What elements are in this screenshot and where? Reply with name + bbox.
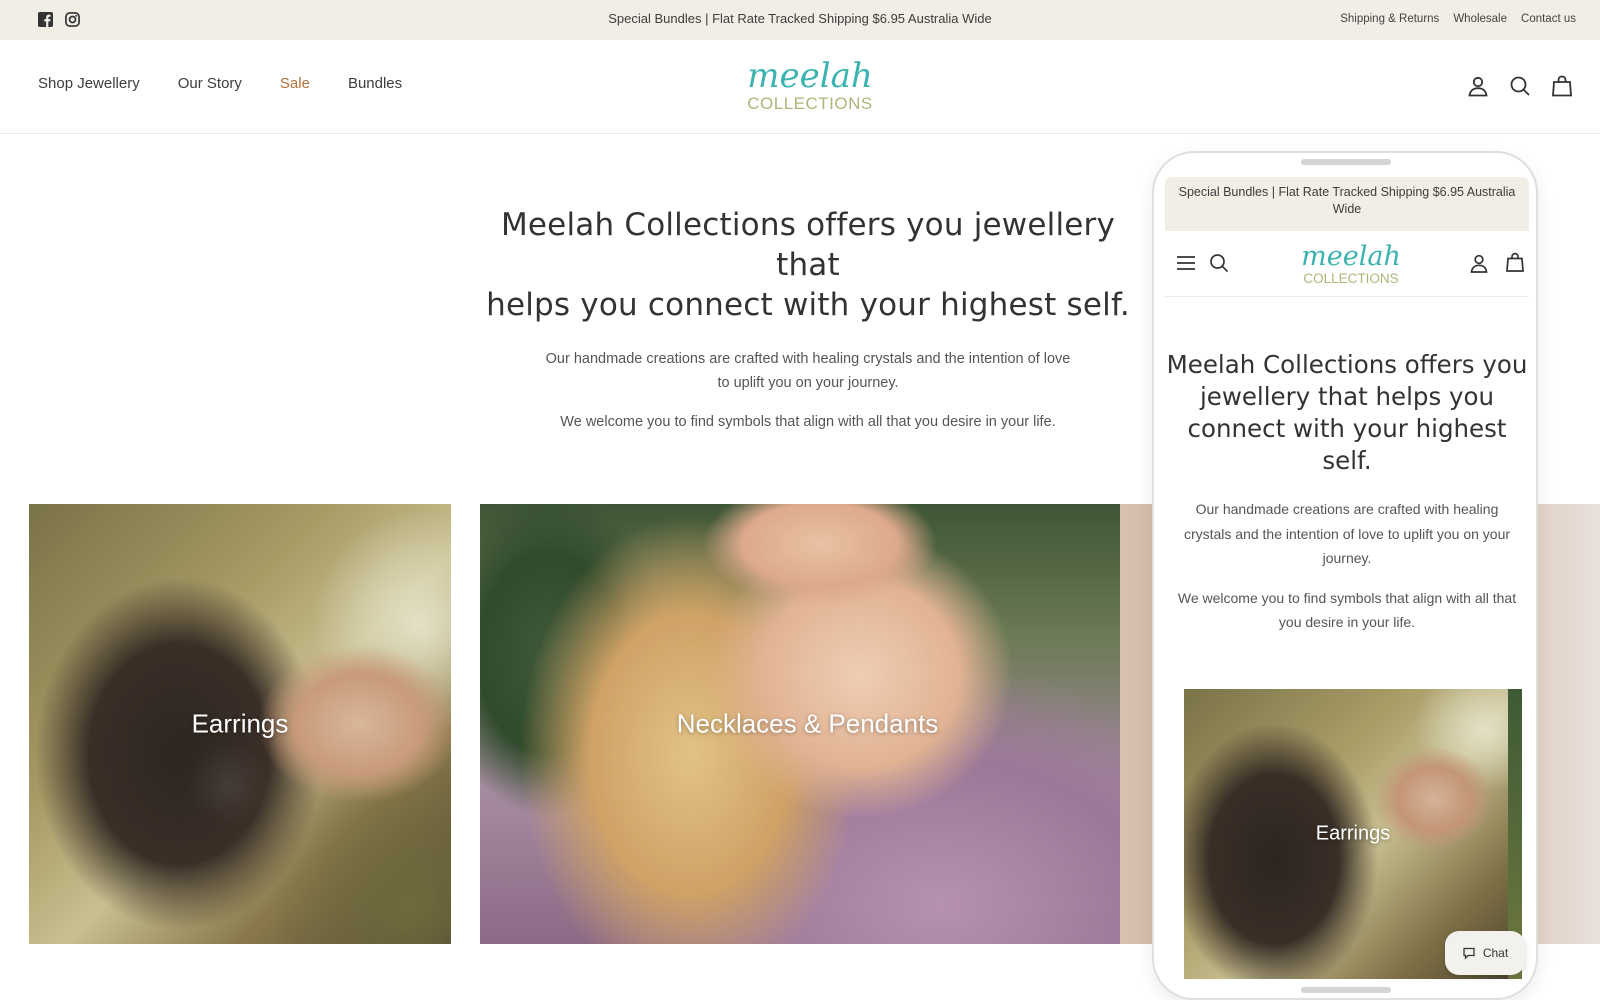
chat-button[interactable]: Chat xyxy=(1445,931,1525,975)
chat-icon xyxy=(1463,947,1475,960)
mobile-hero-heading: Meelah Collections offers you jewellery … xyxy=(1166,350,1528,475)
logo-script: meelah xyxy=(747,56,873,96)
menu-icon[interactable] xyxy=(1175,252,1197,274)
announcement-bar: Special Bundles | Flat Rate Tracked Ship… xyxy=(0,0,1600,40)
search-icon[interactable] xyxy=(1508,74,1532,98)
nav-bundles[interactable]: Bundles xyxy=(348,75,402,92)
mobile-logo[interactable]: meelah COLLECTIONS xyxy=(1299,240,1403,290)
collection-label-earrings: Earrings xyxy=(191,708,289,739)
nav-sale[interactable]: Sale xyxy=(280,75,310,92)
account-icon[interactable] xyxy=(1466,74,1490,98)
mobile-account-icon[interactable] xyxy=(1468,252,1490,274)
mobile-preview-frame: Special Bundles | Flat Rate Tracked Ship… xyxy=(1152,151,1538,1000)
phone-home-indicator xyxy=(1301,987,1391,993)
wholesale-link[interactable]: Wholesale xyxy=(1453,13,1507,25)
mobile-hero-paragraph-2: We welcome you to find symbols that alig… xyxy=(1177,589,1517,631)
site-header: Shop Jewellery Our Story Sale Bundles me… xyxy=(0,40,1600,134)
mobile-collection-label: Earrings xyxy=(1315,822,1391,845)
chat-label: Chat xyxy=(1482,946,1509,960)
mobile-logo-subtitle: COLLECTIONS xyxy=(1303,271,1398,286)
main-nav: Shop Jewellery Our Story Sale Bundles xyxy=(38,75,402,92)
header-icons xyxy=(1466,74,1574,98)
collection-label-necklaces: Necklaces & Pendants xyxy=(676,708,939,739)
collection-tile-necklaces[interactable]: Necklaces & Pendants xyxy=(480,504,1135,944)
utility-links: Shipping & Returns Wholesale Contact us xyxy=(1340,13,1576,25)
logo-subtitle: COLLECTIONS xyxy=(747,94,872,113)
cart-icon[interactable] xyxy=(1550,74,1574,98)
mobile-hero: Meelah Collections offers you jewellery … xyxy=(1165,349,1529,635)
hero-paragraph-2: We welcome you to find symbols that alig… xyxy=(560,414,1056,430)
mobile-hero-paragraph-1: Our handmade creations are crafted with … xyxy=(1183,501,1511,566)
mobile-logo-script: meelah xyxy=(1301,241,1401,272)
hero-paragraph-1: Our handmade creations are crafted with … xyxy=(545,351,1071,391)
mobile-cart-icon[interactable] xyxy=(1504,251,1526,273)
contact-us-link[interactable]: Contact us xyxy=(1521,13,1576,25)
nav-shop-jewellery[interactable]: Shop Jewellery xyxy=(38,75,140,92)
hero-heading: Meelah Collections offers you jewellery … xyxy=(480,205,1136,325)
hero-heading-line2: helps you connect with your highest self… xyxy=(486,287,1130,323)
page: Special Bundles | Flat Rate Tracked Ship… xyxy=(0,0,1600,1000)
site-logo[interactable]: meelah COLLECTIONS xyxy=(745,55,875,119)
nav-our-story[interactable]: Our Story xyxy=(178,75,242,92)
hero-section: Meelah Collections offers you jewellery … xyxy=(480,205,1136,434)
shipping-returns-link[interactable]: Shipping & Returns xyxy=(1340,13,1439,25)
phone-notch xyxy=(1301,159,1391,165)
collection-tile-earrings[interactable]: Earrings xyxy=(29,504,451,944)
mobile-header: meelah COLLECTIONS xyxy=(1165,231,1529,297)
mobile-search-icon[interactable] xyxy=(1208,252,1230,274)
hero-heading-line1: Meelah Collections offers you jewellery … xyxy=(500,207,1116,283)
mobile-announcement-bar[interactable]: Special Bundles | Flat Rate Tracked Ship… xyxy=(1165,177,1529,231)
